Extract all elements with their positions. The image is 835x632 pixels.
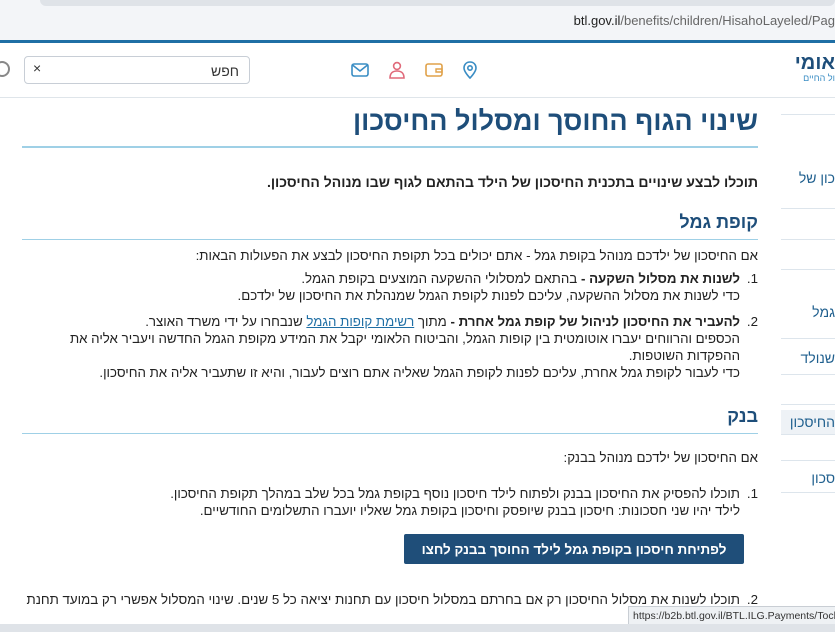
list-number: 1. <box>746 271 758 286</box>
sidebar-item-1[interactable]: כון של <box>781 170 835 186</box>
item-text: שנבחרו על ידי משרד האוצר. <box>145 314 307 329</box>
person-icon[interactable] <box>387 60 407 80</box>
sidebar-item-2[interactable]: גמל <box>781 304 835 320</box>
search-input[interactable] <box>57 60 241 82</box>
title-underline <box>22 146 758 148</box>
page-title: שינוי הגוף החוסך ומסלול החיסכון <box>352 106 758 136</box>
nav-divider <box>781 239 835 240</box>
nav-divider <box>781 208 835 209</box>
tab-strip <box>40 0 835 6</box>
logo-tagline: ול החיים <box>803 73 835 83</box>
sidebar-item-4[interactable]: החיסכון <box>781 410 835 434</box>
item-text-line2: הכספים והרווחים יעברו אוטומטית בין קופות… <box>69 331 740 363</box>
logo-title: אומי <box>794 52 835 74</box>
site-logo[interactable]: אומי ול החיים <box>775 53 835 83</box>
section-heading-kupat-gemel: קופת גמל <box>679 212 758 232</box>
url-domain: btl.gov.il <box>573 13 621 28</box>
item-text: תוכלו להפסיק את החיסכון בבנק ולפתוח לילד… <box>170 486 740 501</box>
wallet-icon[interactable] <box>424 60 444 80</box>
nav-divider <box>781 492 835 493</box>
sidebar-item-5[interactable]: סכון <box>781 470 835 486</box>
intro-text: תוכלו לבצע שינויים בתכנית החיסכון של היל… <box>266 174 758 190</box>
section-heading-bank: בנק <box>727 406 758 426</box>
item-text: מתוך <box>414 314 451 329</box>
list-number: 1. <box>746 486 758 501</box>
item-text-line3: כדי לעבור לקופת גמל אחרת, עליכם לפנות לק… <box>99 365 740 380</box>
side-navigation: כון של גמל שנולד החיסכון סכון <box>781 94 835 614</box>
location-pin-icon[interactable] <box>460 60 480 80</box>
url-path: /benefits/children/HisahoLayeled/Pag <box>620 13 835 28</box>
nav-divider <box>781 434 835 435</box>
clear-search-icon[interactable]: × <box>33 60 41 76</box>
nav-divider <box>781 338 835 339</box>
nav-divider <box>781 374 835 375</box>
nav-divider <box>781 460 835 461</box>
site-header: אומי ול החיים × <box>0 40 835 98</box>
item-text-line2: לילד יהיו שני חסכונות: חיסכון בבנק שיופס… <box>199 503 740 518</box>
nav-divider <box>781 269 835 270</box>
link-preview-status: https://b2b.btl.gov.il/BTL.ILG.Payments/… <box>628 606 835 626</box>
search-box: × <box>24 56 250 84</box>
browser-toolbar: btl.gov.il/benefits/children/HisahoLayel… <box>0 0 835 41</box>
nav-divider <box>781 114 835 115</box>
item-bold-text: להעביר את החיסכון לניהול של קופת גמל אחר… <box>450 314 741 329</box>
bottom-bar <box>0 624 835 632</box>
mail-icon[interactable] <box>350 60 370 80</box>
section-rule <box>22 239 758 240</box>
bank-lead: אם החיסכון של ילדכם מנוהל בבנק: <box>563 450 759 465</box>
open-gemel-savings-button[interactable]: לפתיחת חיסכון בקופת גמל לילד החוסך בבנק … <box>404 534 744 587</box>
list-number: 2. <box>746 314 758 329</box>
item-bold-text: לשנות את מסלול השקעה - <box>580 271 740 286</box>
section-rule <box>22 433 758 434</box>
search-icon[interactable] <box>0 61 10 77</box>
item-text-line2: כדי לשנות את מסלול ההשקעה, עליכם לפנות ל… <box>237 288 740 303</box>
nav-divider <box>781 404 835 405</box>
sidebar-item-3[interactable]: שנולד <box>781 350 835 366</box>
kupat-gemel-lead: אם החיסכון של ילדכם מנוהל בקופת גמל - את… <box>195 248 758 263</box>
gemel-funds-list-link[interactable]: רשימת קופות הגמל <box>306 314 414 329</box>
item-text: בהתאם למסלולי ההשקעה המוצעים בקופת הגמל. <box>301 271 581 286</box>
address-bar[interactable]: btl.gov.il/benefits/children/HisahoLayel… <box>574 13 835 28</box>
